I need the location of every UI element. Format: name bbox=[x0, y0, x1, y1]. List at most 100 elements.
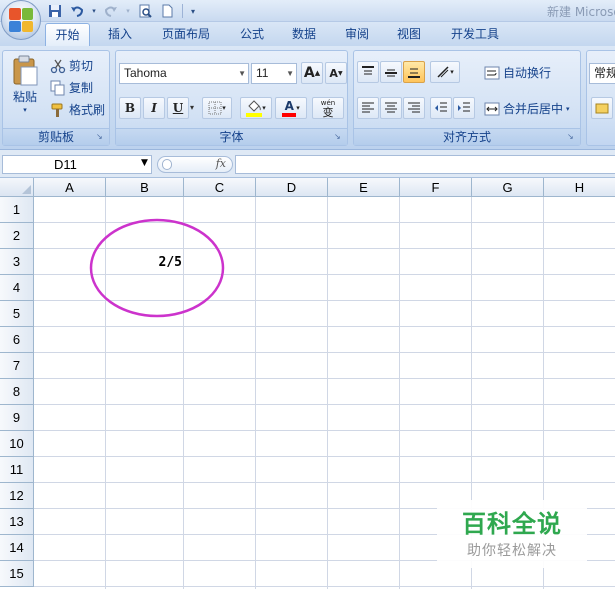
column-header-c[interactable]: C bbox=[184, 178, 256, 197]
row-header-10[interactable]: 10 bbox=[0, 431, 34, 457]
column-header-g[interactable]: G bbox=[472, 178, 544, 197]
select-all-button[interactable] bbox=[0, 178, 34, 197]
font-name-dropdown-icon[interactable]: ▼ bbox=[238, 64, 246, 83]
row-header-3[interactable]: 3 bbox=[0, 249, 34, 275]
formula-bar: D11 ▼ fx bbox=[0, 150, 615, 178]
align-bottom-button[interactable] bbox=[403, 61, 425, 83]
name-box[interactable]: D11 bbox=[2, 155, 152, 174]
alignment-launcher-icon[interactable]: ↘ bbox=[567, 132, 577, 142]
merge-center-dropdown-icon[interactable]: ▾ bbox=[566, 105, 570, 113]
tab-home[interactable]: 开始 bbox=[45, 23, 90, 46]
column-header-h[interactable]: H bbox=[544, 178, 615, 197]
grow-font-arrow-icon: ▲ bbox=[314, 69, 321, 77]
align-center-button[interactable] bbox=[380, 97, 402, 119]
gridline bbox=[34, 378, 615, 379]
underline-button[interactable]: U bbox=[167, 97, 189, 119]
number-format-combo[interactable]: 常规 bbox=[589, 63, 615, 84]
borders-dropdown-icon: ▾ bbox=[222, 104, 226, 112]
tab-formulas[interactable]: 公式 bbox=[232, 23, 272, 46]
align-left-button[interactable] bbox=[357, 97, 379, 119]
insert-function-button[interactable]: fx bbox=[216, 157, 226, 170]
decrease-indent-button[interactable] bbox=[430, 97, 452, 119]
row-header-1[interactable]: 1 bbox=[0, 197, 34, 223]
clipboard-launcher-icon[interactable]: ↘ bbox=[96, 132, 106, 142]
wrap-text-button[interactable]: 自动换行 bbox=[484, 64, 551, 81]
merge-center-button[interactable]: 合并后居中 ▾ bbox=[484, 100, 570, 117]
accounting-format-button[interactable] bbox=[591, 97, 613, 119]
font-launcher-icon[interactable]: ↘ bbox=[334, 132, 344, 142]
undo-icon[interactable] bbox=[68, 3, 86, 20]
align-right-icon bbox=[408, 102, 420, 113]
fill-color-button[interactable]: ▾ bbox=[240, 97, 272, 119]
tab-page-layout[interactable]: 页面布局 bbox=[153, 23, 219, 46]
window-title: 新建 Microsoft Office Excel 工作表.xlsx - Mic… bbox=[547, 5, 615, 19]
row-header-11[interactable]: 11 bbox=[0, 457, 34, 483]
column-header-f[interactable]: F bbox=[400, 178, 472, 197]
row-header-2[interactable]: 2 bbox=[0, 223, 34, 249]
paste-dropdown-icon[interactable]: ▾ bbox=[23, 106, 27, 114]
row-header-4[interactable]: 4 bbox=[0, 275, 34, 301]
formula-input[interactable] bbox=[235, 155, 615, 174]
cut-button[interactable]: 剪切 bbox=[50, 57, 93, 74]
copy-button[interactable]: 复制 bbox=[50, 79, 93, 96]
gridline bbox=[34, 456, 615, 457]
redo-icon[interactable] bbox=[102, 3, 120, 20]
increase-indent-button[interactable] bbox=[453, 97, 475, 119]
name-box-dropdown-icon[interactable]: ▼ bbox=[141, 158, 148, 168]
print-preview-icon[interactable] bbox=[136, 3, 154, 20]
format-painter-button[interactable]: 格式刷 bbox=[50, 101, 105, 118]
font-color-dropdown-icon: ▾ bbox=[296, 104, 300, 112]
tab-data[interactable]: 数据 bbox=[284, 23, 324, 46]
font-size-dropdown-icon[interactable]: ▼ bbox=[286, 64, 294, 83]
customize-toolbar-icon[interactable]: ▾ bbox=[189, 3, 197, 20]
paste-button[interactable]: 粘贴 ▾ bbox=[7, 55, 43, 114]
tab-insert[interactable]: 插入 bbox=[100, 23, 140, 46]
gridline bbox=[255, 197, 256, 589]
font-size-combo[interactable]: 11 ▼ bbox=[251, 63, 297, 84]
alignment-group-label: 对齐方式 bbox=[354, 128, 580, 145]
tab-review[interactable]: 审阅 bbox=[337, 23, 377, 46]
column-header-a[interactable]: A bbox=[34, 178, 106, 197]
undo-dropdown-icon[interactable]: ▾ bbox=[90, 3, 98, 20]
grow-font-button[interactable]: A ▲ bbox=[301, 62, 323, 84]
column-header-d[interactable]: D bbox=[256, 178, 328, 197]
row-header-13[interactable]: 13 bbox=[0, 509, 34, 535]
align-top-button[interactable] bbox=[357, 61, 379, 83]
tab-developer[interactable]: 开发工具 bbox=[442, 23, 508, 46]
row-header-9[interactable]: 9 bbox=[0, 405, 34, 431]
font-color-button[interactable]: A ▾ bbox=[275, 97, 307, 119]
row-header-7[interactable]: 7 bbox=[0, 353, 34, 379]
office-logo-icon bbox=[9, 8, 33, 32]
cut-label: 剪切 bbox=[69, 59, 94, 73]
gridline bbox=[34, 482, 615, 483]
decrease-indent-icon bbox=[435, 102, 447, 112]
office-button[interactable] bbox=[1, 0, 41, 40]
row-header-5[interactable]: 5 bbox=[0, 301, 34, 327]
row-header-15[interactable]: 15 bbox=[0, 561, 34, 587]
shrink-font-button[interactable]: A ▼ bbox=[325, 62, 347, 84]
new-icon[interactable] bbox=[158, 3, 176, 20]
quick-access-toolbar: ▾ ▾ ▾ bbox=[46, 2, 197, 20]
save-icon[interactable] bbox=[46, 3, 64, 20]
alignment-group: ▾ 自动换行 合并后居中 ▾ 对齐方式 ↘ bbox=[353, 50, 581, 146]
tab-view[interactable]: 视图 bbox=[389, 23, 429, 46]
resize-handle-icon[interactable] bbox=[162, 159, 172, 170]
align-right-button[interactable] bbox=[403, 97, 425, 119]
phonetic-button[interactable]: wén 变 bbox=[312, 97, 344, 119]
row-header-12[interactable]: 12 bbox=[0, 483, 34, 509]
row-header-6[interactable]: 6 bbox=[0, 327, 34, 353]
align-bottom-icon bbox=[408, 68, 420, 78]
underline-dropdown-icon[interactable]: ▾ bbox=[190, 103, 194, 112]
column-header-e[interactable]: E bbox=[328, 178, 400, 197]
italic-button[interactable]: I bbox=[143, 97, 165, 119]
row-header-14[interactable]: 14 bbox=[0, 535, 34, 561]
orientation-button[interactable]: ▾ bbox=[430, 61, 460, 83]
cell-b3[interactable]: 2/5 bbox=[106, 250, 184, 276]
font-name-combo[interactable]: Tahoma ▼ bbox=[119, 63, 249, 84]
bold-button[interactable]: B bbox=[119, 97, 141, 119]
borders-button[interactable]: ▾ bbox=[202, 97, 232, 119]
column-header-b[interactable]: B bbox=[106, 178, 184, 197]
align-middle-button[interactable] bbox=[380, 61, 402, 83]
row-header-8[interactable]: 8 bbox=[0, 379, 34, 405]
redo-dropdown-icon[interactable]: ▾ bbox=[124, 3, 132, 20]
